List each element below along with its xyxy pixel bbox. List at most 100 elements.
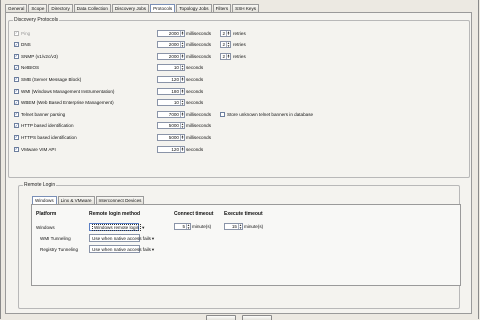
spinner-arrows-icon[interactable]: ▲ ▼ [226, 53, 230, 59]
retries-spinner[interactable]: 2 ▲ ▼ [220, 29, 231, 37]
spinner-arrows-icon[interactable]: ▲ ▼ [180, 111, 184, 117]
spin-down-icon[interactable]: ▼ [181, 137, 184, 140]
spinner-arrows-icon[interactable]: ▲ ▼ [180, 135, 184, 140]
chevron-down-icon: ▼ [150, 246, 155, 252]
dialog-window: General Scope Directory Data Collection … [0, 0, 480, 320]
protocol-row: ✓ WBEM (Web Based Enterprise Management) [14, 99, 114, 107]
spin-down-icon[interactable]: ▼ [227, 33, 230, 36]
spinner-arrows-icon[interactable]: ▲ ▼ [186, 224, 190, 229]
protocol-checkbox[interactable]: ✓ [14, 134, 19, 140]
timeout-spinner[interactable]: 5000 ▲ ▼ [157, 133, 185, 141]
spinner-arrows-icon[interactable]: ▲ ▼ [180, 88, 184, 94]
timeout-value: 7000 [168, 111, 179, 117]
timeout-value: 2000 [168, 30, 179, 36]
protocol-checkbox[interactable]: ✓ [14, 88, 19, 94]
spin-down-icon[interactable]: ▼ [239, 226, 242, 230]
execute-timeout-spinner[interactable]: 15 ▲ ▼ [224, 223, 243, 230]
timeout-spinner[interactable]: 2000 ▲ ▼ [157, 41, 185, 49]
spin-down-icon[interactable]: ▼ [181, 68, 184, 71]
tab-scope[interactable]: Scope [28, 4, 48, 12]
spin-down-icon[interactable]: ▼ [187, 226, 190, 230]
timeout-unit: seconds [186, 65, 204, 71]
subtab-windows[interactable]: Windows [32, 196, 57, 204]
subtab-interconnect-devices[interactable]: Interconnect Devices [95, 196, 145, 204]
spin-down-icon[interactable]: ▼ [227, 56, 230, 59]
timeout-value: 5000 [168, 123, 179, 129]
timeout-spinner[interactable]: 2000 ▲ ▼ [157, 29, 185, 37]
tab-discovery-jobs[interactable]: Discovery Jobs [111, 4, 150, 12]
spinner-arrows-icon[interactable]: ▲ ▼ [226, 30, 230, 36]
tab-filters[interactable]: Filters [212, 4, 232, 12]
protocol-checkbox[interactable]: ✓ [14, 65, 19, 71]
spinner-arrows-icon[interactable]: ▲ ▼ [180, 123, 184, 129]
protocol-checkbox[interactable]: ✓ [14, 123, 19, 129]
wmi-tunneling-select[interactable]: Use when native access fails ▼ [89, 234, 155, 242]
spinner-arrows-icon[interactable]: ▲ ▼ [180, 42, 184, 48]
retries-label: retries [233, 53, 246, 59]
registry-tunneling-select[interactable]: Use when native access fails ▼ [89, 245, 155, 253]
tab-topology-jobs[interactable]: Topology Jobs [176, 4, 212, 12]
protocol-row: ✓ SMB (Server Message Block) [14, 75, 81, 83]
timeout-spinner[interactable]: 180 ▲ ▼ [157, 87, 185, 95]
store-telnet-banners-option: Store unknown telnet banners in database [220, 110, 313, 118]
wmi-tunneling-value: Use when native access fails [92, 235, 151, 241]
timeout-value: 10 [173, 65, 179, 71]
protocol-row: ✓ HTTP based identification [14, 122, 74, 130]
tab-directory[interactable]: Directory [48, 4, 73, 12]
protocol-checkbox[interactable]: ✓ [14, 146, 19, 152]
protocol-checkbox[interactable]: ✓ [14, 53, 19, 59]
timeout-spinner[interactable]: 5000 ▲ ▼ [157, 122, 185, 130]
retries-spinner[interactable]: 2 ▲ ▼ [220, 41, 231, 49]
protocol-label: Telnet banner parsing [21, 111, 66, 117]
protocol-checkbox[interactable]: ✓ [14, 100, 19, 106]
timeout-spinner[interactable]: 7000 ▲ ▼ [157, 110, 185, 118]
remote-login-title: Remote Login [23, 182, 57, 188]
protocol-label: WMI (Windows Management Instrumentation) [21, 88, 115, 94]
windows-login-panel: Platform Remote login method Connect tim… [31, 204, 461, 286]
timeout-spinner[interactable]: 2000 ▲ ▼ [157, 52, 185, 60]
timeout-spinner[interactable]: 120 ▲ ▼ [157, 145, 185, 153]
spin-down-icon[interactable]: ▼ [181, 149, 184, 152]
connect-timeout-spinner[interactable]: 5 ▲ ▼ [174, 223, 191, 230]
subtab-linux-vmware[interactable]: Linx & VMware [57, 196, 95, 204]
store-telnet-banners-checkbox[interactable] [220, 111, 225, 117]
spin-down-icon[interactable]: ▼ [181, 91, 184, 94]
spin-down-icon[interactable]: ▼ [181, 56, 184, 59]
windows-login-method-select[interactable]: Windows remote login ▼ [89, 223, 145, 231]
tab-data-collection[interactable]: Data Collection [73, 4, 111, 12]
timeout-spinner[interactable]: 10 ▲ ▼ [157, 99, 185, 107]
timeout-spinner[interactable]: 10 ▲ ▼ [157, 64, 185, 72]
main-tab-bar: General Scope Directory Data Collection … [5, 3, 260, 13]
spinner-arrows-icon[interactable]: ▲ ▼ [180, 53, 184, 59]
spinner-arrows-icon[interactable]: ▲ ▼ [180, 146, 184, 152]
registry-tunneling-value: Use when native access fails [92, 246, 151, 252]
spinner-arrows-icon[interactable]: ▲ ▼ [180, 65, 184, 71]
protocol-checkbox[interactable]: ✓ [14, 42, 19, 48]
protocol-checkbox: ✓ [14, 30, 19, 36]
protocol-checkbox[interactable]: ✓ [14, 111, 19, 117]
timeout-value: 180 [171, 88, 179, 94]
protocol-checkbox[interactable]: ✓ [14, 76, 19, 82]
tab-ssh-keys[interactable]: SSH Keys [232, 4, 260, 12]
spin-down-icon[interactable]: ▼ [181, 114, 184, 117]
tab-general[interactable]: General [5, 4, 28, 12]
timeout-unit: seconds [186, 146, 204, 152]
timeout-unit: milliseconds [186, 123, 212, 129]
dialog-button-1[interactable] [206, 315, 236, 320]
protocol-row: ✓ DNS [14, 41, 31, 49]
spin-down-icon[interactable]: ▼ [181, 79, 184, 82]
spin-down-icon[interactable]: ▼ [181, 44, 184, 48]
spin-down-icon[interactable]: ▼ [227, 44, 230, 48]
spinner-arrows-icon[interactable]: ▲ ▼ [226, 42, 230, 48]
spinner-arrows-icon[interactable]: ▲ ▼ [180, 77, 184, 82]
retries-spinner[interactable]: 2 ▲ ▼ [220, 52, 231, 60]
spin-down-icon[interactable]: ▼ [181, 33, 184, 36]
spinner-arrows-icon[interactable]: ▲ ▼ [180, 30, 184, 36]
timeout-unit: seconds [186, 100, 204, 106]
spinner-arrows-icon[interactable]: ▲ ▼ [180, 100, 184, 106]
timeout-spinner[interactable]: 120 ▲ ▼ [157, 75, 185, 83]
spin-down-icon[interactable]: ▼ [181, 126, 184, 129]
spin-down-icon[interactable]: ▼ [181, 102, 184, 106]
dialog-button-2[interactable] [242, 315, 272, 320]
spinner-arrows-icon[interactable]: ▲ ▼ [238, 224, 242, 229]
